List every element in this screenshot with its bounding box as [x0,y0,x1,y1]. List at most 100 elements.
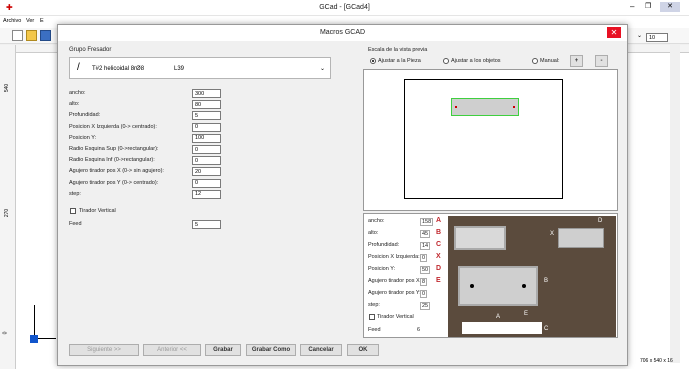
ruler-label-0: 0 [2,331,9,335]
ref-param-letter: X [436,253,441,260]
scale-manual-label: Manual: [540,58,560,64]
prev-button[interactable]: Anterior << [143,344,201,356]
ref-param-value: 0 [420,254,428,262]
param-input[interactable] [192,189,221,199]
ref-param-label: Posicion X Izquierda: [368,254,420,260]
photo-hole-right [522,284,526,288]
reference-photo: D X B E A C [448,216,616,337]
save-as-button[interactable]: Grabar Como [246,344,296,356]
zoom-plus-button[interactable]: + [570,55,583,67]
ref-param-label: ancho: [368,218,385,224]
param-label: Radio Esquina Inf (0->rectangular): [69,157,155,164]
pocket-hole-right [513,106,515,108]
param-input[interactable] [192,145,221,154]
app-title: GCad - [GCad4] [319,4,370,11]
ref-param-label: Agujero tirador pos X: [368,278,422,284]
param-input[interactable] [192,89,221,98]
ref-param-value: 158 [420,218,434,226]
feed-input[interactable] [192,220,221,229]
ref-feed-value: 6 [417,327,421,333]
vertical-scrollbar[interactable] [670,45,680,363]
param-label: Agujero tirador pos Y (0-> centrado): [69,179,159,186]
minimize-icon[interactable]: – [630,2,634,11]
ref-param-letter: D [436,265,442,272]
ref-param-value: 25 [420,302,431,310]
tirador-vertical-checkbox[interactable] [70,208,76,214]
param-input[interactable] [192,111,221,121]
close-window-icon[interactable]: ✕ [660,2,680,12]
origin-y-axis [34,305,35,338]
photo-letter-x: X [550,231,555,237]
cancel-button[interactable]: Cancelar [300,344,342,356]
dialog-title: Macros GCAD [319,29,366,36]
ref-param-value: 50 [420,266,431,274]
preview-pocket [451,98,519,116]
photo-hole-left [470,284,474,288]
param-input[interactable] [192,156,221,166]
param-input[interactable] [192,178,221,188]
param-input[interactable] [192,100,221,110]
ref-param-letter: B [436,229,442,236]
ref-param-label: Profundidad: [368,242,400,248]
ref-param-value: 0 [420,290,428,298]
photo-letter-a: A [496,314,501,320]
ref-param-value: 14 [420,242,431,250]
scale-manual-radio[interactable] [532,58,538,64]
param-label: Profundidad: [69,112,101,119]
feed-label: Feed [69,221,82,227]
param-label: Agujero tirador pos X (0-> sin agujero): [69,168,164,175]
ref-param-letter: C [436,241,442,248]
param-input[interactable] [192,133,221,143]
ref-param-value: 8 [420,278,428,286]
maximize-icon[interactable]: ❐ [645,2,651,10]
photo-letter-e: E [524,311,529,317]
tool-icon: / [77,62,80,73]
reference-panel: ancho: 158 Aalto: 45 B Profundidad: 14 C Posicio… [363,213,618,338]
ok-button[interactable]: OK [347,344,379,356]
zoom-minus-button[interactable]: - [595,55,608,67]
macros-dialog: Macros GCAD ✕ Grupo Fresador / T#2 helic… [57,24,628,366]
menu-ver[interactable]: Ver [26,18,34,24]
group-label: Grupo Fresador [69,47,112,53]
scale-fit-objects-radio[interactable] [443,58,449,64]
save-icon[interactable] [40,30,51,41]
param-input[interactable] [192,122,221,132]
tool-select[interactable]: / T#2 helicoidal 8rØ8 L39 ⌄ [69,57,331,79]
ref-feed-label: Feed [368,327,381,333]
dialog-title-bar: Macros GCAD ✕ [58,25,627,41]
ref-param-letter: E [436,277,441,284]
ref-param-label: Agujero tirador pos Y: [368,290,421,296]
ref-param-label: Posicion Y: [368,266,396,272]
save-button[interactable]: Grabar [205,344,241,356]
scale-label: Escala de la vista previa [368,47,428,53]
param-label: Radio Esquina Sup (0->rectangular): [69,146,159,152]
param-label: alto: [69,101,80,108]
dialog-close-button[interactable]: ✕ [607,27,621,38]
scale-fit-objects-label: Ajustar a los objetos [451,58,501,64]
app-title-bar: ✚ GCad - [GCad4] – ❐ ✕ [0,0,689,16]
menu-e[interactable]: E [40,18,44,24]
ref-param-label: step: [368,302,380,308]
tirador-vertical-label: Tirador Vertical [79,208,116,214]
photo-pocket-top [454,226,506,250]
preview-piece [404,79,563,199]
zoom-input[interactable] [646,33,668,42]
ruler-label-270: 270 [4,208,11,218]
menu-archivo[interactable]: Archivo [3,18,21,24]
param-input[interactable] [192,167,221,177]
photo-pocket-detail [558,228,604,248]
next-button[interactable]: Siguiente >> [69,344,139,356]
ref-tirador-checkbox [369,314,375,320]
preview-panel [363,69,618,211]
vertical-ruler: 540 270 0 [0,45,16,369]
ref-param-label: alto: [368,230,379,236]
zoom-dropdown-icon[interactable]: ⌄ [637,32,642,39]
param-label: Posicion X Izquierda (0-> centrado): [69,123,157,130]
photo-letter-d: D [598,218,603,224]
chevron-down-icon: ⌄ [320,66,326,72]
photo-pocket-main [458,266,538,306]
scale-fit-piece-radio[interactable] [370,58,376,64]
pocket-hole-left [455,106,457,108]
new-file-icon[interactable] [12,30,23,41]
open-folder-icon[interactable] [26,30,37,41]
